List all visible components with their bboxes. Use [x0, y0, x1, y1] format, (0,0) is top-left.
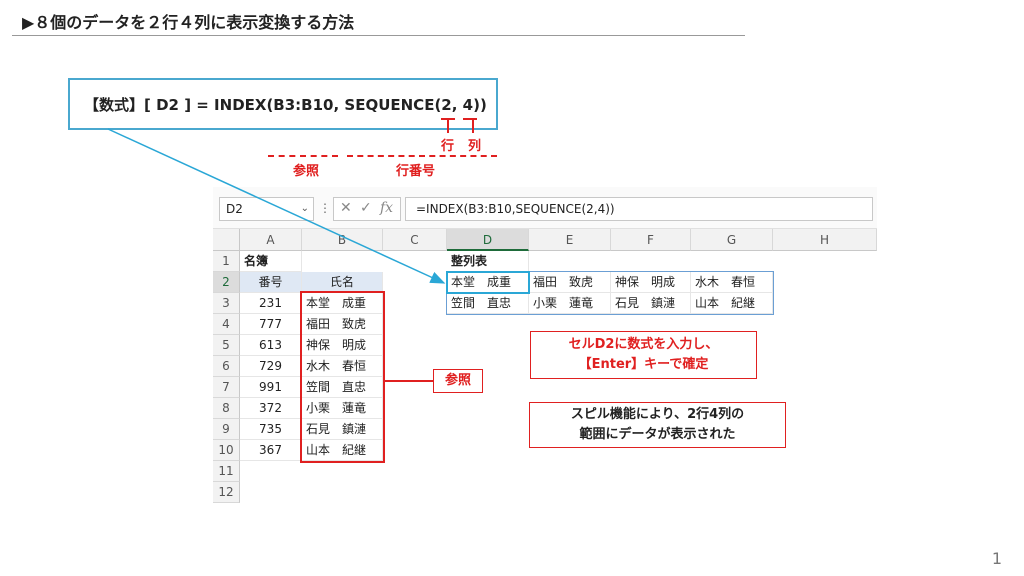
rownum-arg-underline	[347, 155, 497, 157]
page-number: 1	[991, 549, 1002, 568]
reference-range-frame	[300, 291, 385, 463]
column-header-e[interactable]: E	[529, 229, 611, 251]
column-header-d[interactable]: D	[447, 229, 529, 251]
confirm-icon[interactable]: ✓	[360, 200, 372, 216]
enter-callout: セルD2に数式を入力し、 【Enter】キーで確定	[530, 331, 757, 379]
chevron-down-icon[interactable]: ⌄	[301, 198, 309, 220]
row-header-1[interactable]: 1	[213, 251, 240, 272]
cell-a7[interactable]: 991	[240, 377, 302, 398]
row-arg-stem	[447, 119, 449, 133]
column-header-f[interactable]: F	[611, 229, 691, 251]
title-divider	[12, 35, 745, 36]
row-header-6[interactable]: 6	[213, 356, 240, 377]
column-header-a[interactable]: A	[240, 229, 302, 251]
cell-a8[interactable]: 372	[240, 398, 302, 419]
enter-callout-line1: セルD2に数式を入力し、	[568, 337, 719, 352]
col-arg-stem	[472, 119, 474, 133]
cell-a4[interactable]: 777	[240, 314, 302, 335]
row-header-10[interactable]: 10	[213, 440, 240, 461]
row-header-7[interactable]: 7	[213, 377, 240, 398]
reference-arg-underline	[268, 155, 338, 157]
cell-a10[interactable]: 367	[240, 440, 302, 461]
cell-a6[interactable]: 729	[240, 356, 302, 377]
cell-a5[interactable]: 613	[240, 335, 302, 356]
reference-arg-label: 参照	[293, 164, 320, 179]
rownum-arg-label: 行番号	[396, 164, 436, 179]
active-cell-d2-frame	[446, 271, 530, 294]
cell-a1[interactable]: 名簿	[240, 251, 302, 272]
formula-input[interactable]: =INDEX(B3:B10,SEQUENCE(2,4))	[405, 197, 873, 221]
cell-a2[interactable]: 番号	[240, 272, 302, 293]
slide-title: ▶８個のデータを２行４列に表示変換する方法	[22, 13, 355, 32]
col-arg-marker	[463, 118, 477, 120]
enter-callout-line2: 【Enter】キーで確定	[578, 357, 709, 372]
cancel-icon[interactable]: ✕	[340, 200, 352, 216]
name-box[interactable]: D2 ⌄	[219, 197, 314, 221]
cell-a3[interactable]: 231	[240, 293, 302, 314]
column-header-b[interactable]: B	[302, 229, 383, 251]
col-arg-label: 列	[468, 139, 482, 154]
column-header-c[interactable]: C	[383, 229, 447, 251]
column-header-g[interactable]: G	[691, 229, 773, 251]
row-header-5[interactable]: 5	[213, 335, 240, 356]
cell-d1[interactable]: 整列表	[447, 251, 529, 272]
name-box-value: D2	[226, 202, 243, 216]
insert-function-icon[interactable]: fx	[380, 200, 393, 216]
cell-a9[interactable]: 735	[240, 419, 302, 440]
column-header-h[interactable]: H	[773, 229, 877, 251]
cell-b2[interactable]: 氏名	[302, 272, 383, 293]
row-arg-label: 行	[441, 139, 455, 154]
row-header-8[interactable]: 8	[213, 398, 240, 419]
formula-bar: D2 ⌄ ⋮ ✕ ✓ fx =INDEX(B3:B10,SEQUENCE(2,4…	[213, 187, 877, 229]
select-all-corner[interactable]	[213, 229, 240, 251]
formula-actions: ✕ ✓ fx	[333, 197, 401, 221]
spill-callout-line1: スピル機能により、2行4列の	[570, 407, 745, 422]
row-header-12[interactable]: 12	[213, 482, 240, 503]
reference-callout: 参照	[433, 369, 483, 393]
row-header-11[interactable]: 11	[213, 461, 240, 482]
more-options-icon[interactable]: ⋮	[319, 201, 331, 215]
row-header-9[interactable]: 9	[213, 419, 240, 440]
spill-callout: スピル機能により、2行4列の 範囲にデータが表示された	[529, 402, 786, 448]
row-header-4[interactable]: 4	[213, 314, 240, 335]
spill-callout-line2: 範囲にデータが表示された	[579, 427, 736, 442]
row-header-3[interactable]: 3	[213, 293, 240, 314]
formula-callout-text: 【数式】[ D2 ] = INDEX(B3:B10, SEQUENCE(2, 4…	[84, 96, 487, 114]
formula-callout-box: 【数式】[ D2 ] = INDEX(B3:B10, SEQUENCE(2, 4…	[68, 78, 498, 130]
row-header-2[interactable]: 2	[213, 272, 240, 293]
